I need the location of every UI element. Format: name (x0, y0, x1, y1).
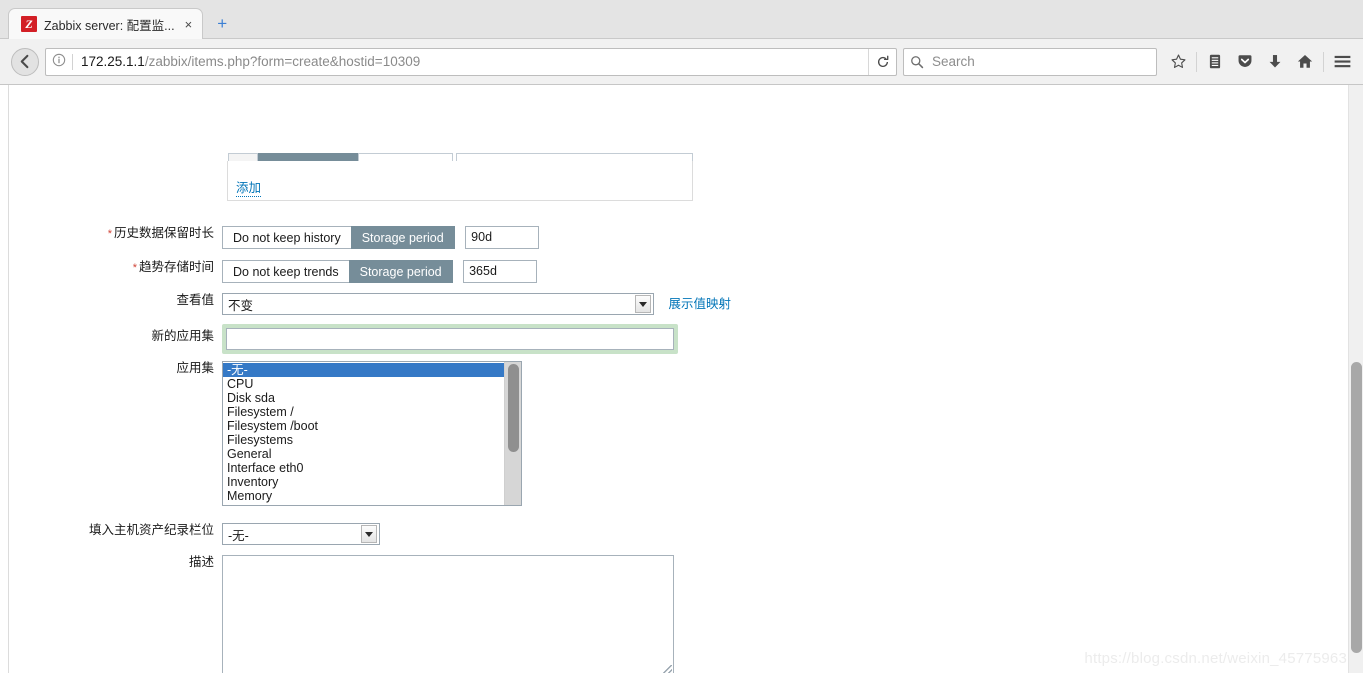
partial-seg-cell-1[interactable] (228, 153, 258, 161)
history-mode-storage-period[interactable]: Storage period (350, 226, 455, 249)
new-application-focus-ring (222, 324, 678, 354)
list-item[interactable]: Filesystem / (223, 405, 504, 419)
partial-seg-cell-2[interactable] (258, 153, 358, 161)
partial-segmented-control[interactable] (228, 153, 453, 161)
list-item[interactable]: Memory (223, 489, 504, 503)
tab-strip: Z Zabbix server: 配置监... × + (0, 0, 1363, 39)
url-host: 172.25.1.1 (81, 54, 145, 69)
tab-title: Zabbix server: 配置监... (44, 18, 175, 33)
list-item[interactable]: General (223, 447, 504, 461)
page-scrollbar-thumb[interactable] (1351, 362, 1362, 653)
search-input[interactable]: Search (930, 54, 975, 69)
history-mode-segmented[interactable]: Do not keep history Storage period (222, 226, 455, 249)
required-asterisk: * (132, 262, 137, 274)
hamburger-menu-icon[interactable] (1327, 47, 1357, 77)
new-tab-button[interactable]: + (207, 9, 237, 38)
history-period-input[interactable]: 90d (465, 226, 540, 249)
browser-tab[interactable]: Z Zabbix server: 配置监... × (8, 8, 204, 39)
trends-mode-segmented[interactable]: Do not keep trends Storage period (222, 260, 453, 283)
history-control: Do not keep history Storage period 90d (222, 226, 540, 249)
applications-scrollbar[interactable] (504, 362, 521, 505)
history-label-wrap: * 历史数据保留时长 (0, 226, 222, 241)
resize-handle-icon[interactable] (662, 665, 672, 673)
history-label: 历史数据保留时长 (113, 226, 214, 240)
value-map-control: 不变 展示值映射 (222, 293, 731, 315)
trends-control: Do not keep trends Storage period 365d (222, 260, 538, 283)
value-map-label: 查看值 (176, 293, 214, 307)
list-item[interactable]: Inventory (223, 475, 504, 489)
inventory-field-row: 填入主机资产纪录栏位 -无- (0, 523, 380, 545)
back-arrow-icon[interactable] (11, 47, 39, 76)
history-mode-do-not-keep[interactable]: Do not keep history (222, 226, 351, 249)
applications-listbox[interactable]: -无- CPU Disk sda Filesystem / Filesystem… (222, 361, 522, 506)
downloads-icon[interactable] (1260, 47, 1290, 77)
new-application-control (222, 324, 678, 354)
inventory-selected-value: -无- (228, 528, 249, 543)
add-parameter-row: 添加 (236, 177, 262, 197)
description-row: 描述 (0, 555, 674, 673)
applications-scrollbar-thumb[interactable] (508, 364, 519, 452)
search-bar[interactable]: Search (903, 47, 1157, 76)
bookmark-star-icon[interactable] (1163, 47, 1193, 77)
navigation-toolbar: 172.25.1.1/zabbix/items.php?form=create&… (0, 39, 1363, 84)
item-parameters-table-partial: 添加 (227, 153, 693, 201)
trends-period-input[interactable]: 365d (463, 260, 538, 283)
library-icon[interactable] (1200, 47, 1230, 77)
inventory-field-control: -无- (222, 523, 380, 545)
description-label: 描述 (188, 555, 214, 569)
list-item[interactable]: Filesystems (223, 433, 504, 447)
page-scrollbar[interactable] (1348, 85, 1363, 673)
show-value-mapping-link[interactable]: 展示值映射 (668, 297, 731, 312)
list-item[interactable]: Filesystem /boot (223, 419, 504, 433)
chevron-down-icon[interactable] (635, 295, 651, 313)
description-control (222, 555, 674, 673)
applications-control: -无- CPU Disk sda Filesystem / Filesystem… (222, 361, 522, 506)
required-asterisk: * (107, 228, 112, 240)
applications-row: 应用集 -无- CPU Disk sda Filesystem / Filesy… (0, 361, 522, 506)
new-application-row: 新的应用集 (0, 324, 678, 354)
search-icon (904, 49, 930, 75)
info-icon[interactable] (46, 53, 72, 70)
applications-option-list: -无- CPU Disk sda Filesystem / Filesystem… (223, 362, 504, 505)
value-map-row: 查看值 不变 展示值映射 (0, 293, 731, 315)
history-row: * 历史数据保留时长 Do not keep history Storage pe… (0, 226, 540, 249)
chevron-down-icon[interactable] (361, 525, 377, 543)
close-icon[interactable]: × (183, 18, 195, 31)
list-item[interactable]: -无- (223, 363, 504, 377)
toolbar-divider (1323, 51, 1324, 72)
inventory-field-select[interactable]: -无- (222, 523, 380, 545)
new-application-label: 新的应用集 (151, 329, 214, 343)
trends-row: * 趋势存储时间 Do not keep trends Storage perio… (0, 260, 538, 283)
add-parameter-link[interactable]: 添加 (236, 181, 262, 197)
browser-chrome: Z Zabbix server: 配置监... × + 172.25.1.1/z… (0, 0, 1363, 85)
trends-label: 趋势存储时间 (138, 260, 214, 274)
partial-input-cut[interactable] (456, 153, 693, 161)
value-map-selected-value: 不变 (228, 298, 254, 313)
home-icon[interactable] (1290, 47, 1320, 77)
partial-seg-cell-3[interactable] (358, 153, 453, 161)
page-viewport: 添加 * 历史数据保留时长 Do not keep history Storage… (0, 85, 1363, 673)
zabbix-favicon: Z (21, 16, 37, 32)
trends-mode-storage-period[interactable]: Storage period (348, 260, 453, 283)
toolbar-divider (1196, 51, 1197, 72)
description-textarea[interactable] (222, 555, 674, 673)
new-application-input[interactable] (226, 328, 674, 350)
address-bar[interactable]: 172.25.1.1/zabbix/items.php?form=create&… (45, 47, 897, 76)
reload-icon[interactable] (868, 48, 896, 75)
url-path: /zabbix/items.php?form=create&hostid=103… (144, 54, 421, 69)
list-item[interactable]: Interface eth0 (223, 461, 504, 475)
url-text: 172.25.1.1/zabbix/items.php?form=create&… (73, 54, 868, 69)
trends-label-wrap: * 趋势存储时间 (0, 260, 222, 275)
applications-label: 应用集 (176, 361, 214, 375)
value-map-select[interactable]: 不变 (222, 293, 654, 315)
inventory-field-label: 填入主机资产纪录栏位 (88, 523, 214, 537)
watermark-text: https://blog.csdn.net/weixin_45775963 (1084, 650, 1347, 667)
list-item[interactable]: CPU (223, 377, 504, 391)
list-item[interactable]: Disk sda (223, 391, 504, 405)
pocket-save-icon[interactable] (1230, 47, 1260, 77)
trends-mode-do-not-keep[interactable]: Do not keep trends (222, 260, 349, 283)
